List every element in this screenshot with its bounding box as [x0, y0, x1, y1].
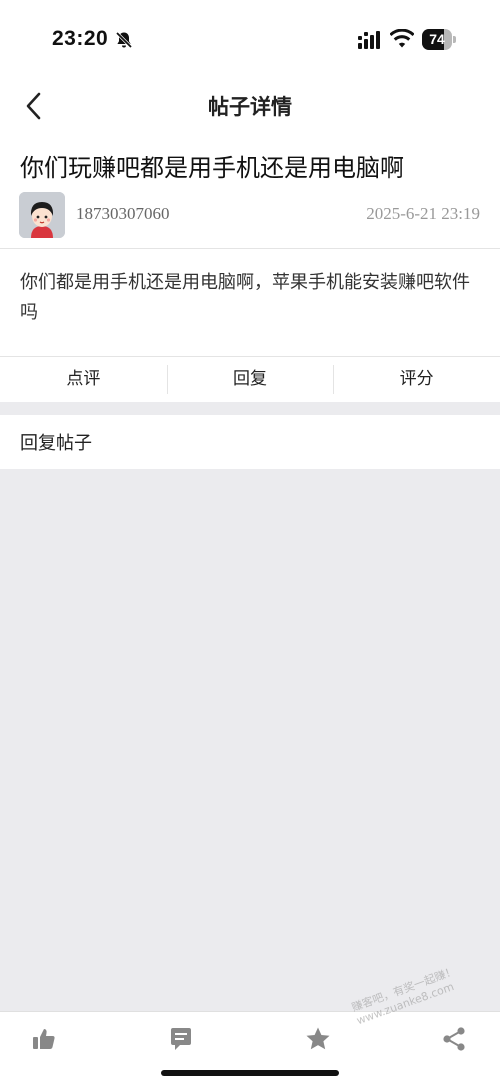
comment-action-button[interactable]: 点评	[0, 357, 167, 402]
signal-icon	[358, 31, 380, 49]
post-header: 你们玩赚吧都是用手机还是用电脑啊 18730307060 2025-6-21 2…	[0, 134, 500, 248]
status-time: 23:20	[52, 27, 109, 50]
comment-icon[interactable]	[168, 1026, 194, 1052]
share-icon[interactable]	[441, 1026, 467, 1052]
page-title: 帖子详情	[208, 95, 292, 119]
rate-action-button[interactable]: 评分	[333, 357, 500, 402]
battery-level: 74	[429, 31, 445, 47]
reply-section-header: 回复帖子	[0, 415, 500, 469]
author-name[interactable]: 18730307060	[76, 204, 170, 224]
post-content: 你们都是用手机还是用电脑啊，苹果手机能安装赚吧软件吗	[20, 272, 470, 323]
post-title: 你们玩赚吧都是用手机还是用电脑啊	[20, 154, 404, 182]
bell-slash-icon	[115, 31, 133, 49]
home-indicator[interactable]	[161, 1070, 339, 1076]
battery-icon: 74	[422, 29, 456, 50]
star-icon[interactable]	[305, 1026, 331, 1052]
avatar[interactable]	[19, 192, 65, 238]
thumbs-up-icon[interactable]	[31, 1026, 57, 1052]
wifi-icon	[390, 29, 414, 48]
post-body: 你们都是用手机还是用电脑啊，苹果手机能安装赚吧软件吗	[0, 249, 500, 356]
post-time: 2025-6-21 23:19	[366, 204, 480, 223]
bottom-toolbar	[0, 1011, 500, 1088]
nav-bar: 帖子详情	[0, 78, 500, 134]
status-bar: 23:20 74	[0, 0, 500, 78]
reply-action-button[interactable]: 回复	[166, 357, 334, 402]
post-actions: 点评 回复 评分	[0, 356, 500, 402]
avatar-cartoon-icon	[19, 192, 65, 238]
reply-section-label: 回复帖子	[20, 433, 92, 454]
replies-area	[0, 469, 500, 1011]
